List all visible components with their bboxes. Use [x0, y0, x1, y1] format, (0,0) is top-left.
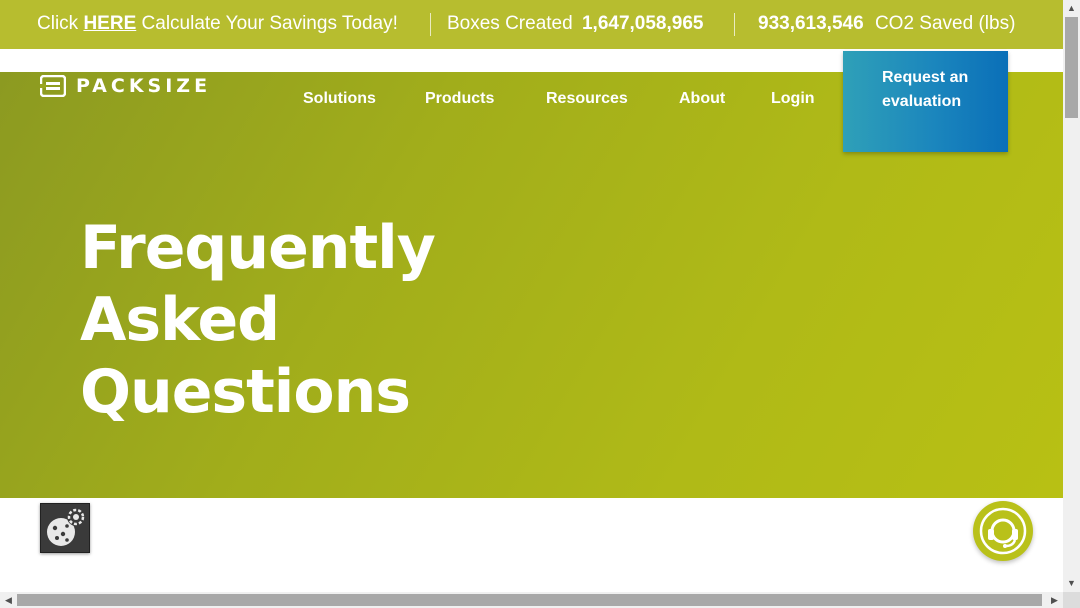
- title-line: Frequently: [80, 213, 436, 283]
- scroll-right-icon[interactable]: ▶: [1046, 592, 1063, 608]
- brand-name: PACKSIZE: [76, 75, 212, 97]
- cookie-settings-icon: [41, 508, 89, 556]
- announcement-bar: Click HERE Calculate Your Savings Today!…: [0, 0, 1063, 49]
- savings-promo: Click HERE Calculate Your Savings Today!: [37, 13, 398, 35]
- divider: [430, 13, 431, 36]
- vertical-scroll-thumb[interactable]: [1065, 17, 1078, 118]
- co2-label: CO2 Saved (lbs): [874, 13, 1016, 34]
- packsize-logo[interactable]: PACKSIZE: [39, 74, 212, 98]
- nav-solutions[interactable]: Solutions: [303, 90, 376, 108]
- scroll-up-icon[interactable]: ▲: [1063, 0, 1080, 17]
- support-headset-icon: [973, 507, 1033, 565]
- scroll-left-icon[interactable]: ◀: [0, 592, 17, 608]
- nav-login[interactable]: Login: [771, 90, 815, 108]
- divider: [734, 13, 735, 36]
- page-title: Frequently Asked Questions: [80, 212, 500, 428]
- co2-saved-counter: 933,613,546 CO2 Saved (lbs): [758, 13, 1015, 35]
- boxes-label: Boxes Created: [447, 13, 573, 34]
- cta-label: Request an evaluation: [882, 69, 969, 110]
- request-evaluation-button[interactable]: Request an evaluation: [843, 51, 1008, 152]
- promo-suffix: Calculate Your Savings Today!: [141, 13, 398, 34]
- boxes-value: 1,647,058,965: [581, 13, 704, 34]
- scrollbar-corner: [1063, 592, 1080, 608]
- title-line: Questions: [80, 357, 411, 427]
- nav-products[interactable]: Products: [425, 90, 494, 108]
- boxes-created-counter: Boxes Created 1,647,058,965: [447, 13, 703, 35]
- horizontal-scrollbar[interactable]: ◀ ▶: [0, 592, 1063, 608]
- horizontal-scroll-thumb[interactable]: [17, 594, 1042, 606]
- support-chat-button[interactable]: [973, 501, 1033, 561]
- nav-resources[interactable]: Resources: [546, 90, 628, 108]
- cookie-settings-button[interactable]: [40, 503, 90, 553]
- title-line: Asked: [80, 285, 280, 355]
- savings-calculator-link[interactable]: HERE: [83, 13, 136, 34]
- co2-value: 933,613,546: [758, 13, 864, 34]
- promo-prefix: Click: [37, 13, 79, 34]
- vertical-scrollbar[interactable]: ▲ ▼: [1063, 0, 1080, 592]
- nav-about[interactable]: About: [679, 90, 725, 108]
- packsize-logo-mark-icon: [39, 74, 67, 98]
- scroll-down-icon[interactable]: ▼: [1063, 575, 1080, 592]
